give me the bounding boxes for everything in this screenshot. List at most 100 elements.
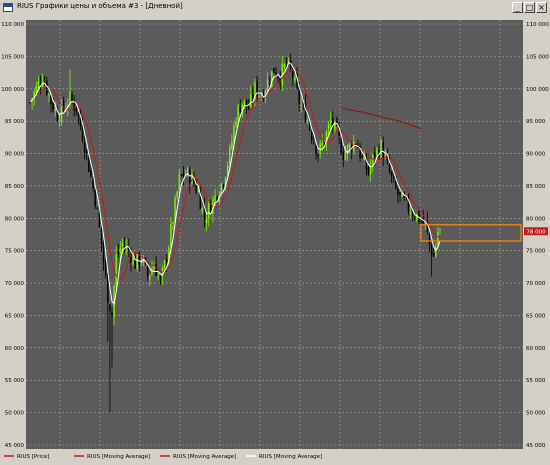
y-tick-label: 110 000 — [1, 22, 24, 28]
candle-body — [86, 150, 88, 153]
candle-body — [170, 224, 172, 248]
candle-body — [310, 131, 313, 141]
candle-body — [361, 155, 363, 158]
candle-body — [329, 119, 332, 123]
candle-body — [437, 231, 439, 245]
candle-body — [409, 213, 412, 215]
y-tick-label: 105 000 — [526, 54, 549, 60]
candle-body — [195, 184, 197, 193]
y-tick-label: 95 000 — [526, 119, 546, 125]
candle-body — [109, 304, 111, 312]
candle-body — [380, 140, 382, 157]
legend-entry: RIUS [Moving Average] — [173, 454, 236, 460]
candle-body — [268, 82, 271, 85]
candle-body — [237, 105, 239, 121]
candle-body — [432, 252, 435, 257]
candle-body — [403, 195, 406, 199]
candle-body — [69, 91, 71, 104]
candle-body — [231, 141, 233, 149]
y-tick-label: 85 000 — [5, 184, 25, 190]
candle-body — [340, 137, 342, 154]
candle-body — [371, 155, 374, 166]
candle-body — [399, 192, 401, 195]
candle-body — [71, 94, 73, 101]
candle-body — [197, 190, 199, 192]
candle-body — [94, 189, 96, 207]
candle-body — [201, 207, 204, 212]
candle-body — [317, 154, 319, 157]
candle-body — [121, 243, 124, 246]
window-title: RIUS Графики цены и объема #3 - [Дневной… — [17, 2, 183, 10]
candle-body — [159, 276, 162, 280]
candle-body — [222, 185, 225, 187]
title-bar[interactable]: RIUS Графики цены и объема #3 - [Дневной… — [0, 0, 550, 17]
candle-body — [392, 176, 395, 179]
candle-body — [102, 243, 105, 263]
y-tick-label: 100 000 — [1, 87, 24, 93]
candle-body — [374, 152, 376, 158]
candle-body — [252, 94, 254, 99]
candle-body — [104, 261, 107, 276]
y-tick-label: 55 000 — [5, 378, 25, 384]
candle-body — [176, 191, 178, 198]
maximize-button[interactable]: □ — [524, 2, 535, 13]
candle-body — [327, 124, 330, 130]
y-tick-label: 80 000 — [5, 216, 25, 222]
candle-body — [75, 107, 78, 113]
y-tick-label: 105 000 — [1, 54, 24, 60]
candle-body — [342, 151, 345, 160]
candle-body — [119, 248, 122, 253]
candle-body — [48, 94, 50, 96]
legend-entry: RIUS [Price] — [17, 454, 49, 460]
candle-body — [178, 173, 181, 191]
candle-body — [439, 228, 441, 230]
y-tick-label: 50 000 — [526, 411, 546, 417]
candle-body — [348, 144, 351, 149]
candle-body — [283, 63, 286, 67]
candle-body — [306, 121, 309, 123]
legend-entry: RIUS [Moving Average] — [87, 454, 150, 460]
candle-body — [344, 151, 347, 160]
candle-body — [233, 125, 235, 142]
candle-body — [37, 81, 40, 89]
y-tick-label: 75 000 — [526, 249, 546, 255]
candle-body — [300, 105, 302, 107]
candle-body — [228, 146, 231, 165]
y-tick-label: 60 000 — [526, 346, 546, 352]
close-button[interactable]: × — [536, 2, 547, 13]
legend-entry: RIUS [Moving Average] — [259, 454, 322, 460]
candle-body — [180, 174, 183, 176]
candle-body — [149, 275, 151, 280]
y-tick-label: 110 000 — [526, 22, 549, 28]
y-tick-label: 90 000 — [526, 152, 546, 158]
candle-body — [367, 167, 370, 175]
price-chart[interactable]: 45 000 50 000 55 000 60 000 65 000 70 000 75 0… — [0, 16, 550, 461]
minimize-button[interactable]: _ — [512, 2, 523, 13]
candle-body — [321, 142, 324, 146]
candle-body — [250, 93, 252, 108]
candle-body — [428, 233, 431, 244]
window-icon — [3, 3, 13, 12]
y-tick-label: 50 000 — [5, 411, 25, 417]
candle-body — [172, 222, 174, 224]
candle-body — [205, 219, 208, 223]
candle-body — [430, 244, 433, 256]
candle-body — [155, 263, 157, 277]
candle-body — [239, 105, 242, 113]
candle-body — [117, 251, 120, 254]
candle-body — [390, 171, 393, 177]
candle-body — [92, 179, 94, 189]
y-tick-label: 90 000 — [5, 152, 25, 158]
candle-body — [132, 256, 134, 265]
y-tick-label: 85 000 — [526, 184, 546, 190]
candle-body — [376, 148, 378, 155]
candle-body — [292, 70, 294, 78]
candle-body — [313, 142, 315, 144]
candle-body — [220, 183, 223, 193]
candle-body — [54, 108, 56, 112]
candle-body — [411, 213, 414, 217]
y-tick-label: 65 000 — [526, 313, 546, 319]
y-tick-label: 65 000 — [5, 313, 25, 319]
candle-body — [77, 112, 80, 116]
candle-body — [83, 142, 86, 153]
